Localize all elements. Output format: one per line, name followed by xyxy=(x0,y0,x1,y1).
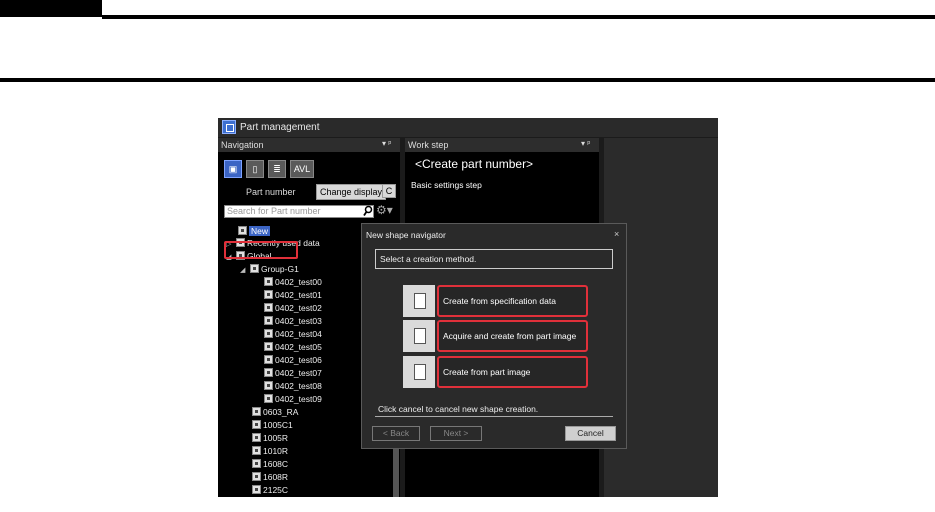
part-node-icon xyxy=(264,355,273,364)
part-node-icon xyxy=(264,316,273,325)
option-create-from-spec[interactable]: Create from specification data xyxy=(403,285,588,317)
part-node-icon xyxy=(252,446,261,455)
new-highlight-box xyxy=(224,241,298,259)
tree-item[interactable]: 0402_test09 xyxy=(264,393,322,405)
tree-item[interactable]: 0402_test01 xyxy=(264,289,322,301)
dialog-divider xyxy=(375,416,613,417)
work-step-header: Work step ▾ ᵖ xyxy=(405,138,599,152)
tree-item[interactable]: 0402_test08 xyxy=(264,380,322,392)
tree-item[interactable]: 2125C xyxy=(252,484,288,496)
change-display-button[interactable]: Change display xyxy=(316,184,387,200)
dialog-title: New shape navigator xyxy=(366,230,446,240)
navigation-header-label: Navigation xyxy=(221,140,264,150)
option-acquire-from-image[interactable]: Acquire and create from part image xyxy=(403,320,588,352)
part-node-icon xyxy=(264,290,273,299)
section-rule xyxy=(0,78,935,82)
next-button[interactable]: Next > xyxy=(430,426,482,441)
tree-item[interactable]: 0402_test00 xyxy=(264,276,322,288)
app-icon xyxy=(222,120,236,134)
part-node-icon xyxy=(264,342,273,351)
tree-item[interactable]: 0402_test03 xyxy=(264,315,322,327)
cancel-button[interactable]: Cancel xyxy=(565,426,616,441)
tree-item[interactable]: 1608R xyxy=(252,471,288,483)
part-number-icon[interactable]: ▣ xyxy=(224,160,242,178)
part-image-icon xyxy=(403,356,435,388)
part-number-label: Part number xyxy=(246,187,296,197)
tree-item-new[interactable]: New xyxy=(238,225,271,237)
part-node-icon xyxy=(238,226,247,235)
part-node-icon xyxy=(252,433,261,442)
tree-item-group[interactable]: ◢ Group-G1 xyxy=(240,263,299,275)
part-shape-icon[interactable]: ▯ xyxy=(246,160,264,178)
tree-item[interactable]: 0402_test06 xyxy=(264,354,322,366)
part-node-icon xyxy=(264,277,273,286)
window-title: Part management xyxy=(240,122,320,133)
part-node-icon xyxy=(264,381,273,390)
avl-button[interactable]: AVL xyxy=(290,160,314,178)
back-button[interactable]: < Back xyxy=(372,426,420,441)
tree-item[interactable]: 0603_RA xyxy=(252,406,298,418)
part-node-icon xyxy=(264,329,273,338)
pane-pin-icon[interactable]: ▾ ᵖ xyxy=(581,139,590,148)
part-node-icon xyxy=(264,368,273,377)
part-node-icon xyxy=(252,485,261,494)
camera-acquire-icon xyxy=(403,320,435,352)
tree-item[interactable]: 0402_test04 xyxy=(264,328,322,340)
work-step-title: <Create part number> xyxy=(415,157,534,171)
part-node-icon xyxy=(252,459,261,468)
close-icon[interactable]: × xyxy=(614,229,619,239)
header-rule xyxy=(102,15,935,19)
tree-item[interactable]: 1608C xyxy=(252,458,288,470)
part-node-icon xyxy=(252,420,261,429)
refresh-icon[interactable]: C xyxy=(382,184,396,198)
option-label[interactable]: Create from part image xyxy=(437,356,588,388)
collapse-icon[interactable]: ◢ xyxy=(240,265,250,277)
gear-icon[interactable]: ⚙▾ xyxy=(376,204,396,218)
option-label[interactable]: Create from specification data xyxy=(437,285,588,317)
pane-pin-icon[interactable]: ▾ ᵖ xyxy=(382,139,391,148)
tree-item[interactable]: 0402_test02 xyxy=(264,302,322,314)
part-node-icon xyxy=(252,472,261,481)
work-step-subtitle: Basic settings step xyxy=(411,180,482,190)
dialog-prompt: Select a creation method. xyxy=(375,249,613,269)
tree-item[interactable]: 1005R xyxy=(252,432,288,444)
dialog-hint: Click cancel to cancel new shape creatio… xyxy=(378,404,539,414)
specification-data-icon xyxy=(403,285,435,317)
navigation-header: Navigation ▾ ᵖ xyxy=(218,138,400,152)
work-step-header-label: Work step xyxy=(408,140,449,150)
tree-item[interactable]: 1005C1 xyxy=(252,419,293,431)
option-label[interactable]: Acquire and create from part image xyxy=(437,320,588,352)
part-node-icon xyxy=(264,394,273,403)
new-shape-navigator-dialog: New shape navigator × Select a creation … xyxy=(361,223,627,449)
part-list-icon[interactable]: ≣ xyxy=(268,160,286,178)
title-bar: Part management xyxy=(218,118,718,137)
tree-item[interactable]: 0402_test07 xyxy=(264,367,322,379)
folder-icon xyxy=(250,264,259,273)
header-black-block xyxy=(0,0,102,17)
search-icon[interactable] xyxy=(363,205,373,217)
part-node-icon xyxy=(264,303,273,312)
tree-item[interactable]: 1010R xyxy=(252,445,288,457)
option-create-from-image[interactable]: Create from part image xyxy=(403,356,588,388)
search-input[interactable]: Search for Part number xyxy=(224,205,374,218)
tree-item[interactable]: 0402_test05 xyxy=(264,341,322,353)
part-node-icon xyxy=(252,407,261,416)
